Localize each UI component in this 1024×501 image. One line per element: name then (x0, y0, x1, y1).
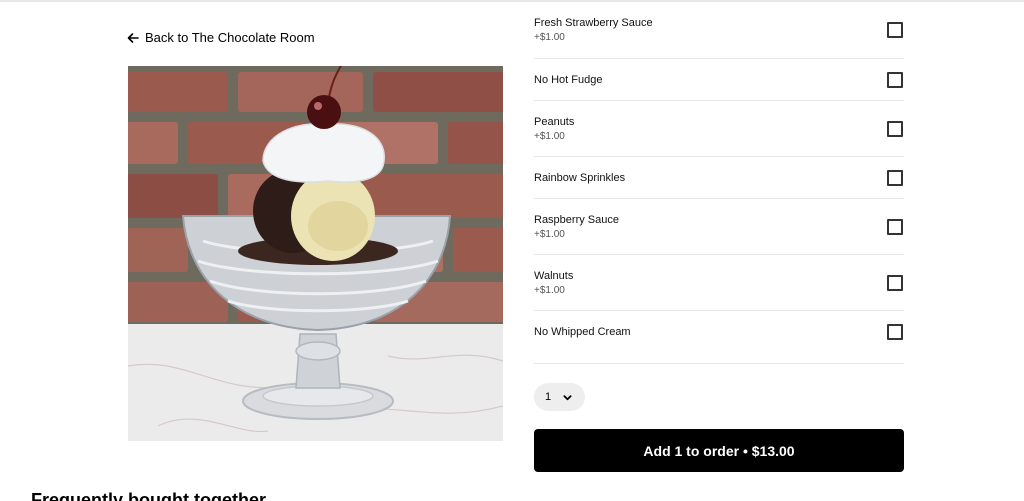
option-row-rainbow-sprinkles[interactable]: Rainbow Sprinkles (534, 157, 904, 199)
option-row-no-hot-fudge[interactable]: No Hot Fudge (534, 59, 904, 101)
option-label: No Hot Fudge (534, 73, 603, 86)
option-checkbox[interactable] (887, 274, 903, 291)
add-to-order-button[interactable]: Add 1 to order • $13.00 (534, 429, 904, 472)
options-list: Fresh Strawberry Sauce +$1.00 No Hot Fud… (534, 2, 904, 364)
option-price: +$1.00 (534, 32, 565, 43)
option-row-no-whipped-cream[interactable]: No Whipped Cream (534, 311, 904, 364)
option-row-peanuts[interactable]: Peanuts +$1.00 (534, 101, 904, 157)
option-label: Fresh Strawberry Sauce (534, 17, 653, 29)
option-checkbox[interactable] (887, 169, 903, 186)
option-row-fresh-strawberry-sauce[interactable]: Fresh Strawberry Sauce +$1.00 (534, 2, 904, 59)
option-checkbox[interactable] (887, 324, 903, 340)
option-label: Raspberry Sauce (534, 213, 619, 226)
option-row-walnuts[interactable]: Walnuts +$1.00 (534, 255, 904, 311)
option-row-raspberry-sauce[interactable]: Raspberry Sauce +$1.00 (534, 199, 904, 255)
option-price: +$1.00 (534, 228, 565, 240)
option-label: Walnuts (534, 269, 574, 282)
product-image (128, 66, 503, 441)
back-link-label: Back to The Chocolate Room (145, 30, 315, 45)
option-checkbox[interactable] (887, 120, 903, 137)
quantity-select[interactable]: 1 (534, 383, 585, 411)
arrow-left-icon (127, 32, 139, 43)
section-heading: Frequently bought together (31, 490, 266, 501)
back-to-store-link[interactable]: Back to The Chocolate Room (127, 30, 315, 45)
option-label: No Whipped Cream (534, 326, 631, 338)
option-checkbox[interactable] (887, 218, 903, 235)
option-price: +$1.00 (534, 284, 565, 296)
chevron-down-icon (563, 394, 572, 400)
quantity-value: 1 (545, 391, 552, 403)
sundae-illustration (128, 66, 503, 441)
option-label: Rainbow Sprinkles (534, 171, 626, 184)
option-checkbox[interactable] (887, 71, 903, 88)
option-label: Peanuts (534, 115, 575, 128)
option-price: +$1.00 (534, 130, 565, 142)
option-checkbox[interactable] (887, 22, 903, 38)
